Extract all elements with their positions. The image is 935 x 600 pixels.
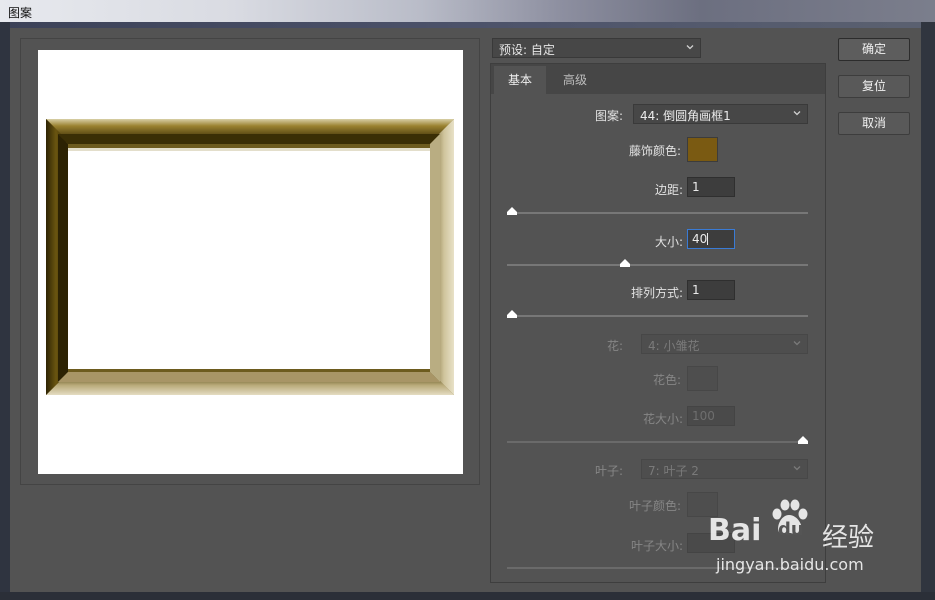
watermark-url: jingyan.baidu.com (716, 555, 864, 574)
pattern-dropdown[interactable]: 44: 倒圆角画框1 (633, 104, 808, 124)
watermark-suffix: 经验 (822, 523, 875, 553)
size-slider-track[interactable] (507, 264, 808, 266)
title-bar[interactable]: 图案 (0, 0, 935, 22)
leaf-value: 7: 叶子 2 (648, 464, 699, 478)
pattern-value: 44: 倒圆角画框1 (640, 109, 731, 123)
watermark-brand: Bai (708, 513, 762, 548)
size-slider-thumb[interactable] (620, 259, 631, 267)
flower-color-label: 花色: (652, 373, 681, 387)
window-border-left (0, 22, 10, 600)
leaf-dropdown[interactable]: 7: 叶子 2 (641, 459, 808, 479)
leaf-color-label: 叶子颜色: (628, 499, 681, 513)
size-label: 大小: (654, 235, 683, 249)
flower-color-swatch[interactable] (687, 366, 718, 391)
arrangement-label: 排列方式: (630, 286, 683, 300)
tab-bar: 基本 高级 (491, 64, 825, 94)
flower-size-slider-track[interactable] (507, 441, 808, 443)
chevron-down-icon (793, 111, 801, 116)
ok-button[interactable]: 确定 (838, 38, 910, 61)
decor-color-label: 藤饰颜色: (628, 144, 681, 158)
arrangement-slider-track[interactable] (507, 315, 808, 317)
pattern-label: 图案: (594, 109, 623, 123)
chevron-down-icon (793, 341, 801, 346)
leaf-size-label: 叶子大小: (630, 539, 683, 553)
preset-label: 预设: 自定 (499, 43, 555, 57)
window-title: 图案 (8, 6, 33, 20)
flower-size-field[interactable]: 100 (687, 406, 735, 426)
margin-field[interactable]: 1 (687, 177, 735, 197)
reset-button[interactable]: 复位 (838, 75, 910, 98)
flower-size-slider-thumb[interactable] (798, 436, 808, 444)
arrangement-slider-thumb[interactable] (507, 310, 517, 318)
arrangement-field[interactable]: 1 (687, 280, 735, 300)
chevron-down-icon (793, 466, 801, 471)
preview-canvas (38, 50, 463, 474)
window-border-right (921, 22, 935, 600)
tab-basic[interactable]: 基本 (494, 66, 546, 94)
margin-slider-thumb[interactable] (507, 207, 517, 215)
preview-panel (20, 38, 480, 485)
flower-value: 4: 小雏花 (648, 339, 700, 353)
size-field[interactable]: 40 (687, 229, 735, 249)
flower-label: 花: (606, 339, 623, 353)
margin-slider-track[interactable] (507, 212, 808, 214)
baidu-jingyan-watermark: Bai du 经验 jingyan.baidu.com (706, 495, 916, 585)
margin-label: 边距: (654, 183, 683, 197)
decor-color-swatch[interactable] (687, 137, 718, 162)
tab-advanced[interactable]: 高级 (547, 66, 603, 94)
size-value: 40 (692, 232, 708, 246)
flower-size-label: 花大小: (642, 412, 683, 426)
cancel-button[interactable]: 取消 (838, 112, 910, 135)
flower-dropdown[interactable]: 4: 小雏花 (641, 334, 808, 354)
frame-preview-image (38, 119, 463, 395)
chevron-down-icon (686, 45, 694, 50)
text-caret (707, 233, 709, 245)
preset-dropdown[interactable]: 预设: 自定 (492, 38, 701, 58)
window-border-bottom (0, 592, 935, 600)
leaf-label: 叶子: (594, 464, 623, 478)
watermark-brand-du: du (778, 519, 804, 540)
